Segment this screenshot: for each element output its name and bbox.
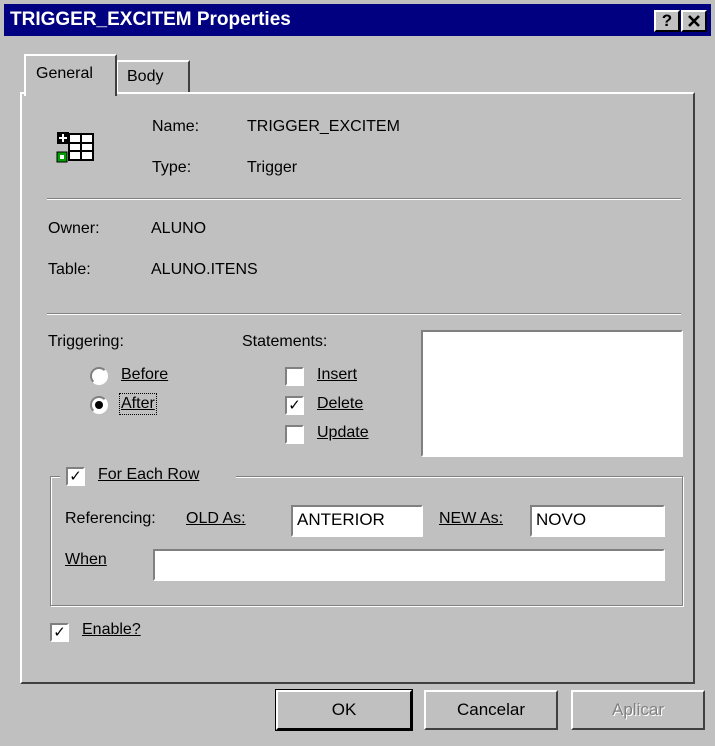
for-each-row-header: ✓ For Each Row bbox=[60, 466, 236, 488]
ok-button[interactable]: OK bbox=[275, 689, 413, 731]
old-as-input[interactable]: ANTERIOR bbox=[291, 505, 423, 537]
when-input[interactable] bbox=[153, 549, 665, 581]
new-as-label: NEW As: bbox=[439, 510, 504, 527]
referencing-label: Referencing: bbox=[65, 510, 156, 527]
apply-button[interactable]: Aplicar bbox=[571, 690, 705, 730]
name-value: TRIGGER_EXCITEM bbox=[247, 118, 400, 135]
update-checkbox[interactable] bbox=[285, 425, 304, 444]
tab-body[interactable]: Body bbox=[116, 60, 190, 92]
new-as-input[interactable]: NOVO bbox=[530, 505, 665, 537]
delete-checkbox-label[interactable]: Delete bbox=[317, 395, 363, 413]
tab-general-label: General bbox=[36, 65, 93, 82]
update-checkbox-label[interactable]: Update bbox=[317, 424, 369, 442]
trigger-list-box[interactable] bbox=[421, 330, 683, 457]
trigger-object-icon bbox=[55, 124, 99, 168]
statements-label: Statements: bbox=[242, 333, 328, 350]
before-radio-label[interactable]: Before bbox=[121, 366, 168, 384]
enable-checkbox-label[interactable]: Enable? bbox=[82, 621, 141, 639]
for-each-row-group bbox=[50, 476, 683, 606]
enable-checkbox[interactable]: ✓ bbox=[50, 623, 69, 642]
window-title: TRIGGER_EXCITEM Properties bbox=[10, 9, 291, 30]
old-as-label: OLD As: bbox=[186, 510, 246, 527]
after-radio[interactable] bbox=[90, 396, 108, 414]
when-label: When bbox=[65, 551, 107, 568]
after-radio-label[interactable]: After bbox=[119, 393, 157, 415]
tab-body-label: Body bbox=[127, 68, 164, 85]
close-icon bbox=[688, 15, 700, 27]
tab-general[interactable]: General bbox=[24, 54, 117, 96]
divider bbox=[47, 313, 681, 315]
properties-dialog: TRIGGER_EXCITEM Properties ? General Bod… bbox=[0, 0, 715, 746]
before-radio[interactable] bbox=[90, 367, 108, 385]
delete-checkbox[interactable]: ✓ bbox=[285, 396, 304, 415]
help-button[interactable]: ? bbox=[654, 10, 680, 32]
radio-selected-dot bbox=[95, 401, 103, 409]
for-each-row-checkbox[interactable]: ✓ bbox=[66, 467, 85, 486]
divider bbox=[47, 198, 681, 200]
table-label: Table: bbox=[48, 261, 91, 278]
title-bar[interactable]: TRIGGER_EXCITEM Properties ? bbox=[4, 4, 711, 36]
owner-value: ALUNO bbox=[151, 220, 207, 237]
table-value: ALUNO.ITENS bbox=[151, 261, 258, 278]
for-each-row-label[interactable]: For Each Row bbox=[98, 466, 199, 484]
insert-checkbox-label[interactable]: Insert bbox=[317, 366, 357, 384]
close-button[interactable] bbox=[681, 10, 707, 32]
owner-label: Owner: bbox=[48, 220, 100, 237]
name-label: Name: bbox=[152, 118, 200, 135]
insert-checkbox[interactable] bbox=[285, 367, 304, 386]
cancel-button[interactable]: Cancelar bbox=[424, 690, 558, 730]
type-value: Trigger bbox=[247, 159, 298, 176]
triggering-label: Triggering: bbox=[48, 333, 124, 350]
type-label: Type: bbox=[152, 159, 192, 176]
